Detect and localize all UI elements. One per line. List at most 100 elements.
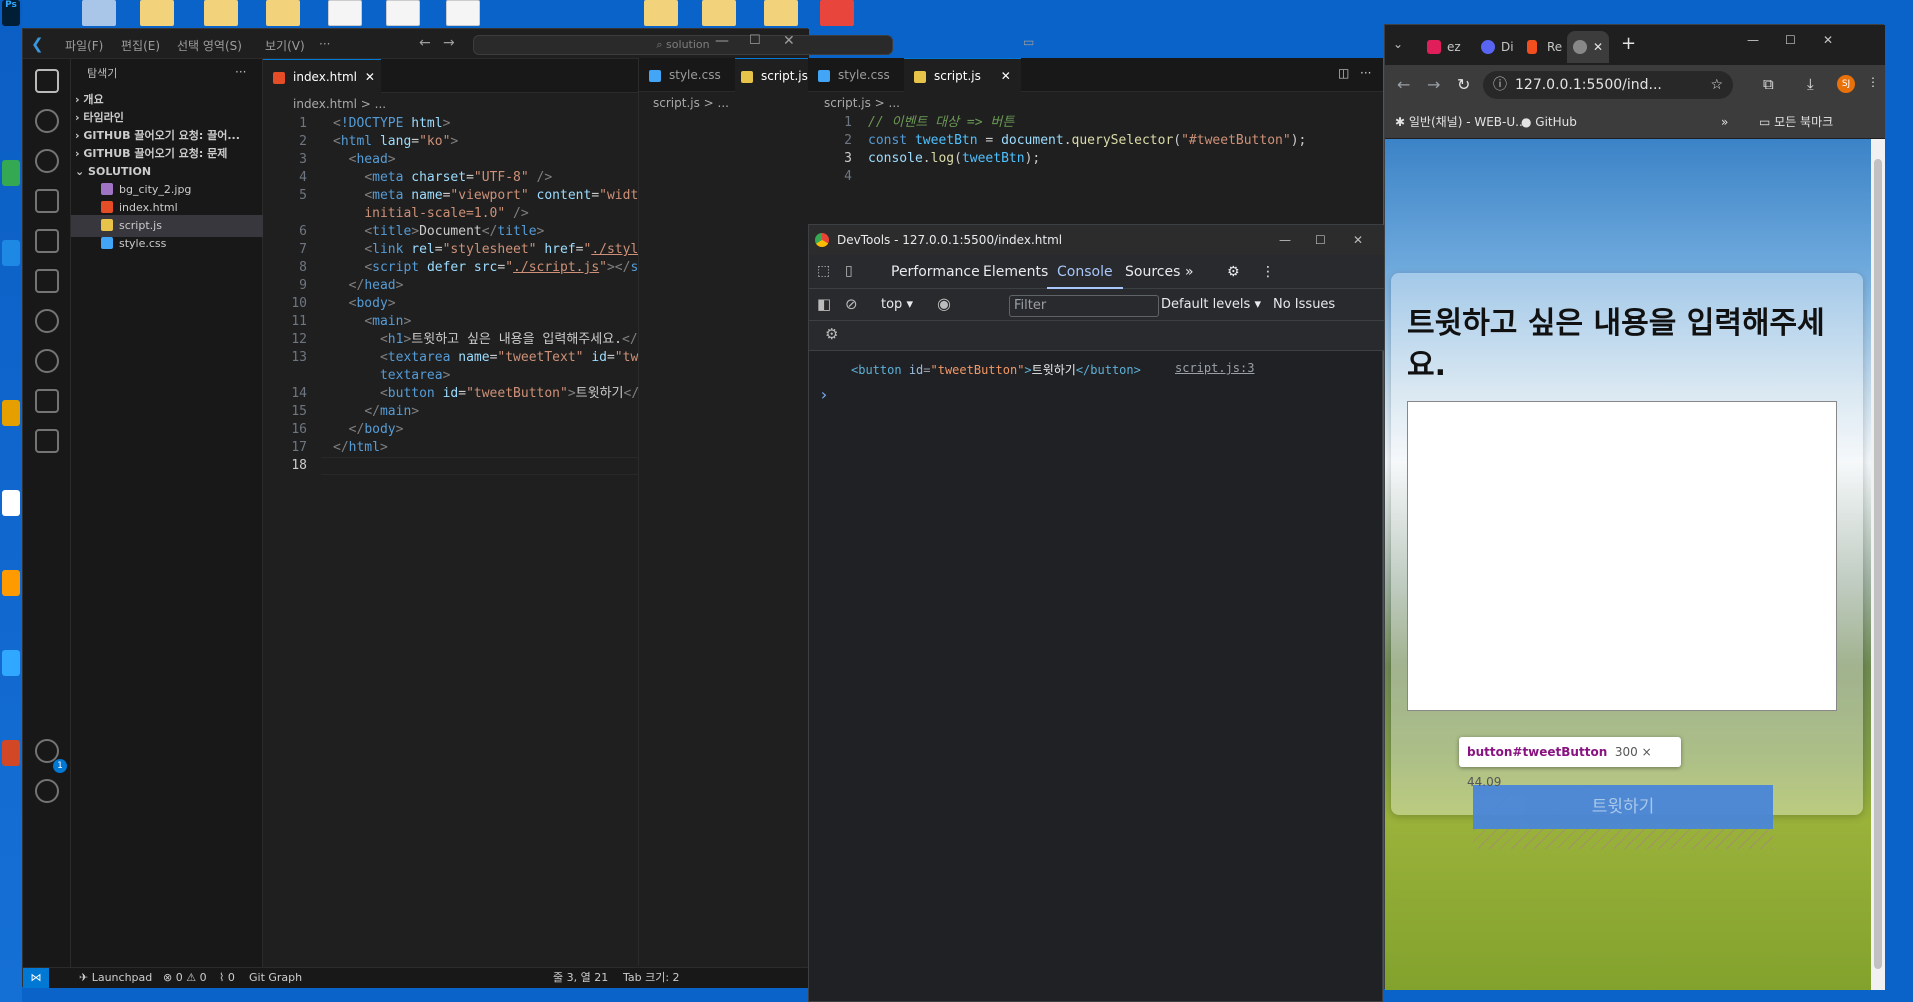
gear-icon[interactable]: ⚙ [1227,255,1240,289]
menu-view[interactable]: 보기(V) [265,37,305,54]
command-center[interactable]: ⌕ solution [473,35,893,55]
close-icon[interactable]: ✕ [1593,31,1603,63]
status-ports[interactable]: ⌇ 0 [219,968,235,988]
app-icon[interactable] [2,240,20,266]
maximize-icon[interactable]: ☐ [1785,33,1796,47]
folder-icon[interactable] [764,0,798,26]
kebab-menu-icon[interactable]: ⋮ [1867,75,1879,89]
gear-icon[interactable]: ⚙ [825,325,838,343]
folder-icon[interactable] [140,0,174,26]
extensions-icon[interactable] [35,229,59,253]
minimize-icon[interactable]: — [1747,33,1759,47]
address-bar[interactable]: ⓘ 127.0.0.1:5500/ind... ☆ [1483,71,1733,99]
forward-arrow-icon[interactable]: → [443,35,455,51]
github-icon[interactable] [35,349,59,373]
inspect-element-icon[interactable]: ⬚ [817,263,830,279]
bookmark-github[interactable]: ● GitHub [1521,105,1577,139]
menu-selection[interactable]: 선택 영역(S) [177,37,242,54]
editor-script-js[interactable]: style.css script.js ✕ ◫ ··· script.js > .… [808,58,1383,224]
editor-group-2[interactable]: style.css script.js script.js > ... [638,58,814,966]
kebab-menu-icon[interactable]: ⋮ [1261,255,1275,289]
status-launchpad[interactable]: ✈ Launchpad [79,968,152,988]
document-icon[interactable] [386,0,420,26]
bookmark-slack[interactable]: ✱ 일반(채널) - WEB-U... [1395,105,1527,139]
breadcrumb[interactable]: script.js > ... [808,92,900,114]
tab-elements[interactable]: Elements [983,255,1048,289]
more-bookmarks-icon[interactable]: » [1721,105,1728,139]
log-levels-dropdown[interactable]: Default levels ▾ [1161,297,1261,312]
close-icon[interactable]: ✕ [1353,225,1363,255]
search-icon[interactable] [35,109,59,133]
tab-active-localhost[interactable]: ✕ [1567,31,1609,63]
tweet-button[interactable]: 트윗하기 [1473,785,1773,829]
run-debug-icon[interactable] [35,189,59,213]
file-style-css[interactable]: style.css [71,233,263,255]
download-icon[interactable]: ⤓ [1807,75,1814,93]
device-toolbar-icon[interactable]: ▯ [845,263,853,279]
new-tab-icon[interactable]: + [1621,33,1636,54]
photoshop-icon[interactable]: Ps [2,0,20,26]
tab-discord[interactable]: Di [1475,31,1519,63]
timeline-icon[interactable] [35,309,59,333]
extensions-icon[interactable]: ⧉ [1763,75,1774,93]
status-problems[interactable]: ⊗ 0 ⚠ 0 [163,968,207,988]
split-editor-icon[interactable]: ◫ [1338,66,1349,80]
layout-icon[interactable]: ▭ [1023,35,1034,49]
tab-figma[interactable]: Re [1521,31,1565,63]
console-log-entry[interactable]: <button id="tweetButton">트윗하기</button> [851,361,1141,378]
scrollbar-thumb[interactable] [1874,159,1882,969]
back-arrow-icon[interactable]: ← [419,35,431,51]
menu-file[interactable]: 파일(F) [65,37,103,54]
breadcrumb[interactable]: script.js > ... [639,92,729,114]
app-icon[interactable] [2,490,20,516]
page-scrollbar[interactable] [1871,139,1885,990]
explorer-icon[interactable] [35,69,59,93]
more-actions-icon[interactable]: ··· [235,65,246,79]
profile-avatar[interactable]: SJ [1837,75,1855,93]
close-icon[interactable]: ✕ [1001,59,1011,93]
minimize-icon[interactable]: — [1279,225,1291,255]
more-tabs-icon[interactable]: » [1185,255,1194,289]
maximize-icon[interactable]: ☐ [749,33,761,48]
minimize-icon[interactable]: — [715,33,729,49]
site-info-icon[interactable]: ⓘ [1493,71,1507,99]
folder-icon[interactable] [204,0,238,26]
clear-console-icon[interactable]: ⊘ [845,295,858,313]
gear-icon[interactable] [35,779,59,803]
folder-icon[interactable] [644,0,678,26]
tab-search-icon[interactable]: ⌄ [1393,37,1403,51]
more-actions-icon[interactable]: ··· [1360,66,1371,80]
tab-script-js-2[interactable]: script.js ✕ [904,58,1021,92]
tab-style-css[interactable]: style.css [639,58,727,92]
close-icon[interactable]: ✕ [1823,33,1833,47]
remote-icon[interactable]: ⋈ [23,968,49,988]
bookmark-star-icon[interactable]: ☆ [1710,71,1723,99]
git-graph-icon[interactable] [35,389,59,413]
app-icon[interactable] [2,400,20,426]
menu-edit[interactable]: 편집(E) [121,37,160,54]
close-icon[interactable]: ✕ [365,60,375,94]
status-git-graph[interactable]: Git Graph [249,968,302,988]
reload-icon[interactable]: ↻ [1457,75,1470,94]
console-log-source[interactable]: script.js:3 [1175,361,1254,375]
all-bookmarks[interactable]: ▭ 모든 북마크 [1759,105,1833,139]
chrome-icon[interactable] [820,0,854,26]
sidebar-toggle-icon[interactable]: ◧ [817,295,831,313]
context-selector[interactable]: top ▾ [881,297,913,312]
console-filter-input[interactable]: Filter [1009,295,1159,317]
maximize-icon[interactable]: ☐ [1315,225,1326,255]
powerpoint-icon[interactable] [2,740,20,766]
menu-more[interactable]: ··· [319,37,330,51]
computer-icon[interactable] [82,0,116,26]
back-arrow-icon[interactable]: ← [1397,75,1410,94]
status-tab-size[interactable]: Tab 크기: 2 [623,968,680,988]
document-icon[interactable] [446,0,480,26]
folder-icon[interactable] [702,0,736,26]
document-icon[interactable] [328,0,362,26]
source-control-icon[interactable] [35,149,59,173]
tweet-textarea[interactable] [1407,401,1837,711]
tab-sources[interactable]: Sources [1125,255,1180,289]
illustrator-icon[interactable] [2,570,20,596]
tab-index-html[interactable]: index.html ✕ [263,59,381,93]
tab-console[interactable]: Console [1047,255,1123,289]
